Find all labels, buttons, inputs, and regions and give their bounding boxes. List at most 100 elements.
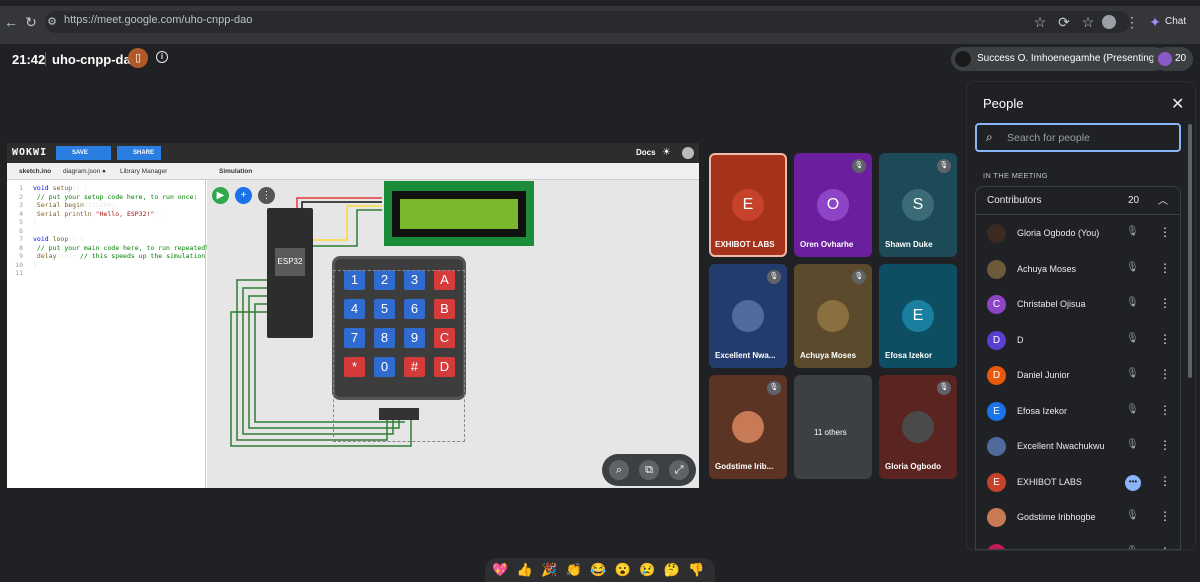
chat-button[interactable]: Chat: [1165, 16, 1186, 27]
fullscreen-icon[interactable]: ⤢: [669, 460, 689, 480]
search-field[interactable]: ⌕ Search for people: [975, 123, 1181, 152]
line-number: 7: [19, 235, 23, 243]
reaction-button[interactable]: 🎉: [541, 562, 557, 578]
line-number: 6: [19, 226, 23, 235]
search-input[interactable]: Search for people: [1007, 132, 1090, 144]
more-options-icon[interactable]: ⋮: [1159, 438, 1171, 452]
participant-name: Shawn Duke: [885, 240, 933, 249]
site-info-icon[interactable]: ⚙: [44, 14, 60, 30]
tab-library-manager[interactable]: Library Manager: [120, 168, 167, 175]
person-row[interactable]: D Daniel Junior 🎙 ⋮: [976, 358, 1180, 393]
mic-off-icon[interactable]: 🎙: [1126, 368, 1139, 379]
speaking-indicator-icon[interactable]: •••: [1125, 474, 1141, 491]
mic-off-icon[interactable]: 🎙: [1126, 404, 1139, 415]
person-name: Gloria Ogbodo (You): [1017, 228, 1100, 238]
person-row[interactable]: Godstime Iribhogbe 🎙 ⋮: [976, 500, 1180, 535]
presenter-chip[interactable]: Success O. Imhoenegamhe (Presenting): [951, 47, 1166, 71]
participants-count-chip[interactable]: 20: [1153, 47, 1193, 71]
gemini-icon[interactable]: ✦: [1147, 14, 1163, 30]
person-row[interactable]: Excellent Nwachukwu 🎙 ⋮: [976, 429, 1180, 464]
person-row[interactable]: E Efosa Izekor 🎙 ⋮: [976, 394, 1180, 429]
back-icon[interactable]: ←: [3, 14, 19, 30]
participant-tile[interactable]: O Oren Ovharhe 🎙: [794, 153, 872, 257]
participant-name: Godstime Irib...: [715, 462, 774, 471]
reaction-button[interactable]: 👍: [517, 562, 533, 578]
sim-more-button[interactable]: ⋮: [258, 187, 275, 204]
menu-icon[interactable]: ⋮: [1124, 14, 1140, 30]
tab-simulation[interactable]: Simulation: [219, 168, 252, 175]
participant-tile[interactable]: Excellent Nwa... 🎙: [709, 264, 787, 368]
person-row[interactable]: C Christabel Ojisua 🎙 ⋮: [976, 287, 1180, 322]
lcd-display[interactable]: [384, 181, 534, 246]
participant-count: 20: [1175, 53, 1187, 64]
person-row[interactable]: D D 🎙 ⋮: [976, 323, 1180, 358]
lcd-screen: [400, 199, 518, 229]
reaction-button[interactable]: 😢: [639, 562, 655, 578]
person-avatar: [987, 543, 1006, 549]
tab-sketch[interactable]: sketch.ino: [19, 168, 51, 175]
host-controls-icon[interactable]: ▯: [128, 48, 148, 68]
contributors-group: Contributors 20 ︿ Gloria Ogbodo (You) 🎙 ⋮ A…: [975, 186, 1181, 550]
more-options-icon[interactable]: ⋮: [1159, 296, 1171, 310]
tab-diagram[interactable]: diagram.json ●: [63, 168, 106, 175]
run-simulation-button[interactable]: ▶: [212, 187, 229, 204]
share-button[interactable]: SHARE: [117, 146, 161, 160]
contributors-header[interactable]: Contributors 20 ︿: [976, 187, 1180, 215]
url-text[interactable]: https://meet.google.com/uho-cnpp-dao: [64, 14, 252, 26]
reaction-button[interactable]: 👏: [566, 562, 582, 578]
person-row[interactable]: E EXHIBOT LABS ••• ⋮: [976, 465, 1180, 500]
mic-off-icon: 🎙: [937, 381, 951, 395]
code-editor[interactable]: 1 void setup() {2 // put your setup code …: [7, 180, 217, 488]
info-icon[interactable]: i: [156, 51, 168, 63]
mic-off-icon[interactable]: 🎙: [1126, 333, 1139, 344]
bookmark-star-icon[interactable]: ☆: [1032, 14, 1048, 30]
close-icon[interactable]: ✕: [1171, 94, 1184, 114]
mic-off-icon[interactable]: 🎙: [1126, 262, 1139, 273]
more-options-icon[interactable]: ⋮: [1159, 474, 1171, 488]
more-options-icon[interactable]: ⋮: [1159, 225, 1171, 239]
mic-off-icon[interactable]: 🎙: [1126, 439, 1139, 450]
participant-tile[interactable]: S Shawn Duke 🎙: [879, 153, 957, 257]
editor-tabs: sketch.ino diagram.json ● Library Manage…: [7, 163, 699, 180]
reaction-button[interactable]: 😂: [590, 562, 606, 578]
zoom-icon[interactable]: ⌕: [609, 460, 629, 480]
more-options-icon[interactable]: ⋮: [1159, 545, 1171, 550]
more-options-icon[interactable]: ⋮: [1159, 509, 1171, 523]
more-options-icon[interactable]: ⋮: [1159, 403, 1171, 417]
esp32-board[interactable]: ESP32: [267, 208, 313, 338]
mic-off-icon[interactable]: 🎙: [1126, 297, 1139, 308]
mic-off-icon[interactable]: 🎙: [1126, 546, 1139, 550]
participant-tile[interactable]: E Efosa Izekor: [879, 264, 957, 368]
docs-link[interactable]: Docs: [636, 148, 656, 157]
chevron-up-icon[interactable]: ︿: [1158, 192, 1168, 207]
save-label: SAVE: [72, 150, 88, 156]
participant-tile[interactable]: Gloria Ogbodo 🎙: [879, 375, 957, 479]
participant-tile[interactable]: 11 others: [794, 375, 872, 479]
more-options-icon[interactable]: ⋮: [1159, 261, 1171, 275]
person-row[interactable]: Achuya Moses 🎙 ⋮: [976, 252, 1180, 287]
extensions-icon[interactable]: ⟳: [1056, 14, 1072, 30]
reaction-button[interactable]: 🤔: [664, 562, 680, 578]
reaction-button[interactable]: 💖: [492, 562, 508, 578]
more-options-icon[interactable]: ⋮: [1159, 332, 1171, 346]
profile-avatar[interactable]: [1102, 15, 1116, 29]
participant-tile[interactable]: E EXHIBOT LABS: [709, 153, 787, 257]
person-row[interactable]: 🎙⋮: [976, 536, 1180, 550]
theme-toggle-icon[interactable]: ☀: [662, 147, 671, 159]
open-new-window-icon[interactable]: ⧉: [639, 460, 659, 480]
add-part-button[interactable]: +: [235, 187, 252, 204]
reload-icon[interactable]: ↻: [23, 14, 39, 30]
save-button[interactable]: SAVE: [56, 146, 111, 160]
mic-off-icon[interactable]: 🎙: [1126, 510, 1139, 521]
participant-tile[interactable]: Achuya Moses 🎙: [794, 264, 872, 368]
wokwi-user-avatar[interactable]: [682, 147, 694, 159]
simulation-canvas[interactable]: ▶ + ⋮ ESP32 1 2 3 A 4 5 6 B 7 8 9 C * 0 # D ⌕ ⧉ ⤢: [207, 180, 699, 488]
panel-scrollbar[interactable]: [1188, 124, 1192, 378]
reaction-button[interactable]: 👎: [688, 562, 704, 578]
person-row[interactable]: Gloria Ogbodo (You) 🎙 ⋮: [976, 216, 1180, 251]
more-options-icon[interactable]: ⋮: [1159, 367, 1171, 381]
bookmarks-icon[interactable]: ☆: [1080, 14, 1096, 30]
participant-tile[interactable]: Godstime Irib... 🎙: [709, 375, 787, 479]
reaction-button[interactable]: 😮: [615, 562, 631, 578]
mic-off-icon[interactable]: 🎙: [1126, 226, 1139, 237]
